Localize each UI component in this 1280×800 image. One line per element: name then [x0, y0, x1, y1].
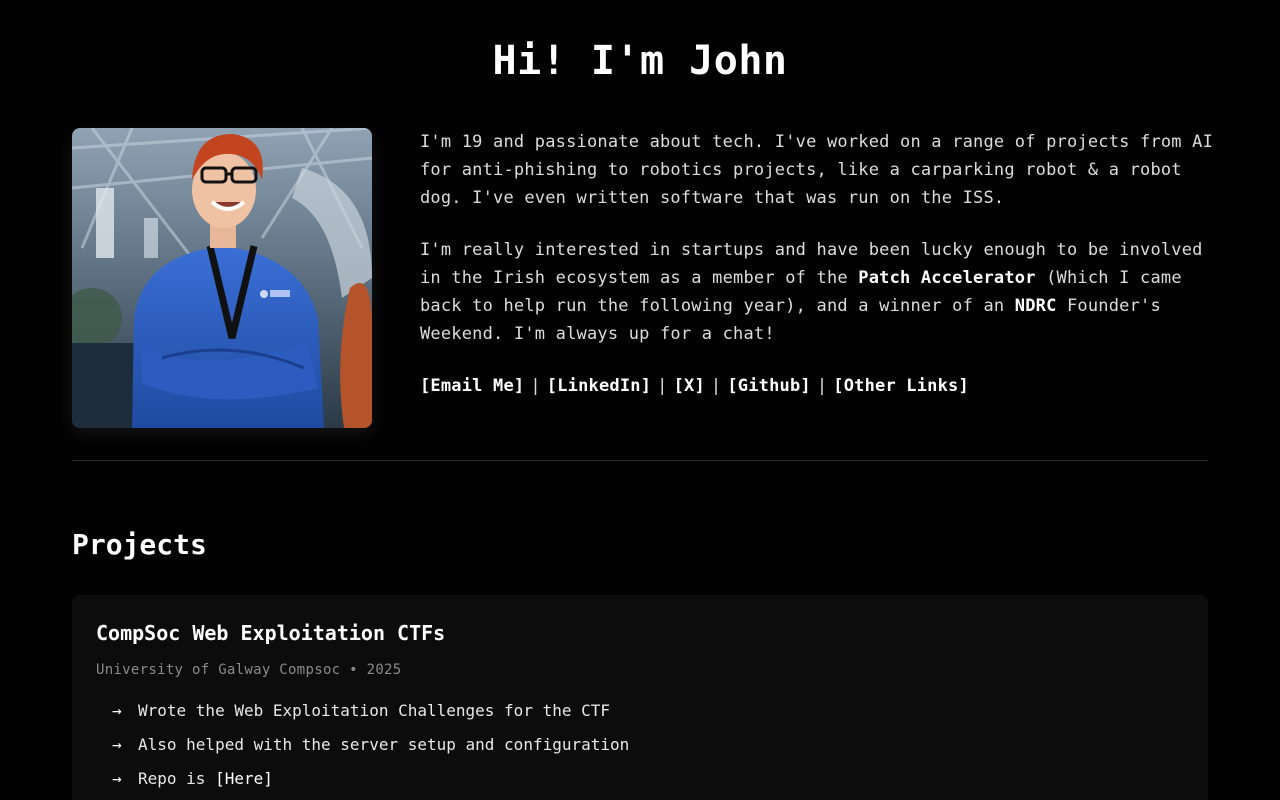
arrow-right-icon: →	[112, 735, 122, 754]
bio-paragraph-2: I'm really interested in startups and ha…	[420, 236, 1220, 348]
linkedin-link[interactable]: [LinkedIn]	[547, 376, 651, 396]
link-separator: |	[816, 376, 828, 396]
bullet-text: Repo is	[138, 769, 216, 788]
page-title: Hi! I'm John	[492, 38, 788, 84]
social-links: [Email Me] | [LinkedIn] | [X] | [Github] | [Othe…	[420, 372, 1220, 400]
ndrc-highlight: NDRC	[1014, 296, 1057, 316]
link-separator: |	[657, 376, 668, 396]
arrow-right-icon: →	[112, 769, 122, 788]
email-link[interactable]: [Email Me]	[420, 376, 524, 396]
link-separator: |	[530, 376, 541, 396]
bio-paragraph-1: I'm 19 and passionate about tech. I've w…	[420, 132, 1214, 208]
bullet-text: Wrote the Web Exploitation Challenges fo…	[138, 701, 611, 720]
list-item: → Repo is [Here]	[112, 766, 629, 800]
list-item: → Wrote the Web Exploitation Challenges f…	[112, 698, 629, 732]
section-divider	[72, 460, 1208, 461]
profile-photo	[72, 128, 372, 428]
arrow-right-icon: →	[112, 701, 122, 720]
page: Hi! I'm John I'm 19 and passionate about…	[0, 0, 1280, 800]
project-card: CompSoc Web Exploitation CTFs University…	[72, 595, 1208, 800]
project-bullets: → Wrote the Web Exploitation Challenges f…	[112, 698, 629, 800]
project-meta: University of Galway Compsoc • 2025	[96, 662, 402, 678]
list-item: → Also helped with the server setup and c…	[112, 732, 629, 766]
repo-link[interactable]: [Here]	[215, 766, 273, 792]
bullet-text: Also helped with the server setup and co…	[138, 735, 630, 754]
projects-heading: Projects	[72, 528, 207, 561]
patch-accelerator-highlight: Patch Accelerator	[858, 268, 1036, 288]
x-link[interactable]: [X]	[674, 376, 705, 396]
github-link[interactable]: [Github]	[727, 376, 810, 396]
other-links-link[interactable]: [Other Links]	[833, 376, 969, 396]
bio-section: I'm 19 and passionate about tech. I've w…	[420, 128, 1220, 400]
project-title: CompSoc Web Exploitation CTFs	[96, 621, 446, 645]
link-separator: |	[710, 376, 722, 396]
